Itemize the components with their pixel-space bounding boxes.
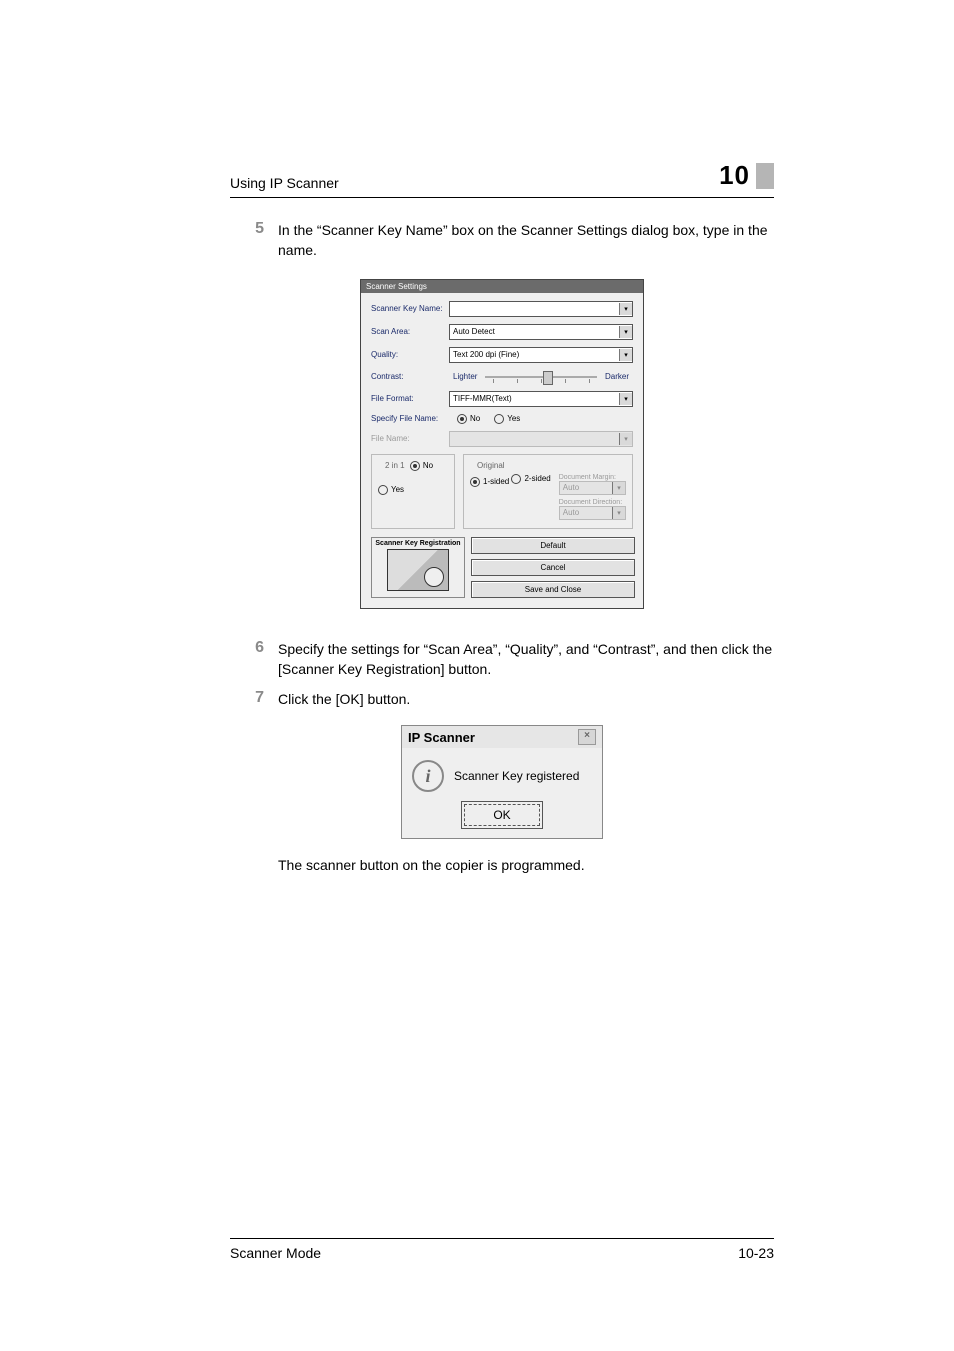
footer-right: 10-23: [738, 1245, 774, 1261]
save-close-button[interactable]: Save and Close: [471, 581, 635, 598]
lighter-label: Lighter: [449, 372, 481, 381]
step-number: 7: [230, 689, 278, 707]
reg-title: Scanner Key Registration: [374, 540, 462, 547]
dialog-title: Scanner Settings: [361, 280, 643, 293]
step-5: 5 In the “Scanner Key Name” box on the S…: [230, 220, 774, 261]
confirm-message: Scanner Key registered: [454, 769, 579, 783]
printer-icon: [387, 549, 449, 591]
file-format-label: File Format:: [371, 394, 449, 403]
chapter-number: 10: [719, 160, 750, 191]
original-legend: Original: [474, 461, 508, 470]
scanner-settings-dialog-wrap: Scanner Settings Scanner Key Name: ▾ Sca…: [230, 279, 774, 609]
confirm-dialog: IP Scanner × i Scanner Key registered OK: [401, 725, 603, 839]
page-footer: Scanner Mode 10-23: [230, 1238, 774, 1261]
yes-label: Yes: [507, 414, 520, 423]
chevron-down-icon[interactable]: ▾: [619, 349, 632, 361]
page-header: Using IP Scanner 10: [230, 160, 774, 198]
doc-margin-label: Document Margin:: [559, 474, 626, 481]
contrast-label: Contrast:: [371, 372, 449, 381]
one-sided-radio[interactable]: 1-sided: [470, 477, 509, 487]
chevron-down-icon: ▾: [612, 507, 625, 519]
doc-direction-label: Document Direction:: [559, 499, 626, 506]
scan-area-value: Auto Detect: [453, 327, 495, 336]
twoinone-yes-radio[interactable]: Yes: [378, 485, 404, 495]
confirm-dialog-wrap: IP Scanner × i Scanner Key registered OK: [230, 725, 774, 839]
quality-label: Quality:: [371, 350, 449, 359]
step-text: Click the [OK] button.: [278, 689, 410, 709]
ok-button[interactable]: OK: [464, 804, 539, 826]
two-in-one-legend: 2 in 1: [382, 461, 408, 470]
quality-select[interactable]: Text 200 dpi (Fine) ▾: [449, 347, 633, 363]
footer-left: Scanner Mode: [230, 1245, 321, 1261]
no-label: No: [470, 414, 480, 423]
specify-file-name-label: Specify File Name:: [371, 414, 449, 423]
step-number: 5: [230, 220, 278, 238]
file-name-input: ▾: [449, 431, 633, 447]
step-number: 6: [230, 639, 278, 657]
step-text: In the “Scanner Key Name” box on the Sca…: [278, 220, 774, 261]
radio-icon: [511, 474, 521, 484]
specify-no-radio[interactable]: No: [457, 414, 480, 424]
confirm-title: IP Scanner: [408, 730, 475, 745]
step-7: 7 Click the [OK] button.: [230, 689, 774, 709]
chevron-down-icon[interactable]: ▾: [619, 393, 632, 405]
chevron-down-icon: ▾: [612, 482, 625, 494]
radio-icon: [378, 485, 388, 495]
scan-area-select[interactable]: Auto Detect ▾: [449, 324, 633, 340]
doc-direction-value: Auto: [563, 508, 579, 517]
no-label-2: No: [423, 461, 433, 470]
scanner-settings-dialog: Scanner Settings Scanner Key Name: ▾ Sca…: [360, 279, 644, 609]
cancel-button[interactable]: Cancel: [471, 559, 635, 576]
twoinone-no-radio[interactable]: No: [410, 461, 433, 471]
yes-label-2: Yes: [391, 485, 404, 494]
doc-direction-select: Auto ▾: [559, 506, 626, 520]
chevron-down-icon[interactable]: ▾: [619, 326, 632, 338]
after-note: The scanner button on the copier is prog…: [230, 855, 774, 875]
radio-icon: [494, 414, 504, 424]
slider-thumb[interactable]: [543, 371, 553, 385]
after-text: The scanner button on the copier is prog…: [278, 855, 585, 875]
chevron-down-icon: ▾: [619, 433, 632, 445]
darker-label: Darker: [601, 372, 633, 381]
close-icon[interactable]: ×: [578, 729, 596, 745]
one-sided-label: 1-sided: [483, 477, 509, 486]
slider-track: [485, 376, 597, 378]
scan-area-label: Scan Area:: [371, 327, 449, 336]
info-icon: i: [412, 760, 444, 792]
two-sided-label: 2-sided: [524, 474, 550, 483]
scanner-key-name-input[interactable]: ▾: [449, 301, 633, 317]
dialog-body: Scanner Key Name: ▾ Scan Area: Auto Dete…: [361, 293, 643, 608]
quality-value: Text 200 dpi (Fine): [453, 350, 519, 359]
doc-margin-select: Auto ▾: [559, 481, 626, 495]
two-in-one-group: 2 in 1 No Yes: [371, 454, 455, 529]
default-button[interactable]: Default: [471, 537, 635, 554]
doc-margin-value: Auto: [563, 483, 579, 492]
step-6: 6 Specify the settings for “Scan Area”, …: [230, 639, 774, 680]
original-group: Original 1-sided 2-sided: [463, 454, 633, 529]
radio-icon: [457, 414, 467, 424]
step-text: Specify the settings for “Scan Area”, “Q…: [278, 639, 774, 680]
page: Using IP Scanner 10 5 In the “Scanner Ke…: [0, 0, 954, 1351]
radio-icon: [470, 477, 480, 487]
scanner-key-registration-button[interactable]: Scanner Key Registration: [371, 537, 465, 598]
file-name-label: File Name:: [371, 434, 449, 443]
confirm-title-bar: IP Scanner ×: [402, 726, 602, 748]
scanner-key-name-label: Scanner Key Name:: [371, 304, 449, 313]
radio-icon: [410, 461, 420, 471]
chapter-indicator: 10: [719, 160, 774, 191]
chevron-down-icon[interactable]: ▾: [619, 303, 632, 315]
specify-yes-radio[interactable]: Yes: [494, 414, 520, 424]
two-sided-radio[interactable]: 2-sided: [511, 474, 550, 484]
contrast-slider[interactable]: [481, 370, 601, 384]
chapter-bar: [756, 163, 774, 189]
file-format-value: TIFF-MMR(Text): [453, 394, 512, 403]
section-title: Using IP Scanner: [230, 175, 339, 191]
file-format-select[interactable]: TIFF-MMR(Text) ▾: [449, 391, 633, 407]
